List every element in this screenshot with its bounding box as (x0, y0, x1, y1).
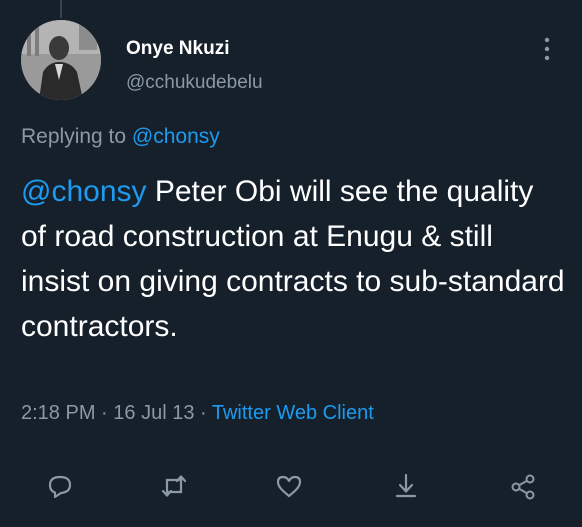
display-name[interactable]: Onye Nkuzi (126, 38, 229, 60)
mention-link[interactable]: @chonsy (21, 175, 147, 208)
meta-separator: · (95, 402, 114, 424)
share-icon[interactable] (507, 470, 539, 502)
meta-separator: · (194, 402, 212, 424)
action-bar (0, 470, 582, 510)
replying-prefix: Replying to (21, 125, 132, 148)
reply-icon[interactable] (44, 470, 76, 502)
more-vertical-icon[interactable] (541, 36, 553, 62)
tweet-time[interactable]: 2:18 PM (21, 402, 95, 424)
tweet-source-link[interactable]: Twitter Web Client (212, 402, 374, 424)
thread-connector-line (60, 0, 62, 18)
tweet-metadata: 2:18 PM · 16 Jul 13 · Twitter Web Client (21, 402, 374, 425)
like-icon[interactable] (273, 470, 305, 502)
avatar[interactable] (21, 20, 101, 100)
replying-to-link[interactable]: @chonsy (132, 125, 220, 148)
tweet-date[interactable]: 16 Jul 13 (113, 402, 194, 424)
user-handle[interactable]: @cchukudebelu (126, 72, 263, 94)
avatar-photo (21, 20, 101, 100)
replying-to: Replying to @chonsy (21, 125, 220, 149)
tweet-text: @chonsy Peter Obi will see the quality o… (21, 169, 566, 349)
retweet-icon[interactable] (158, 470, 190, 502)
download-icon[interactable] (390, 470, 422, 502)
